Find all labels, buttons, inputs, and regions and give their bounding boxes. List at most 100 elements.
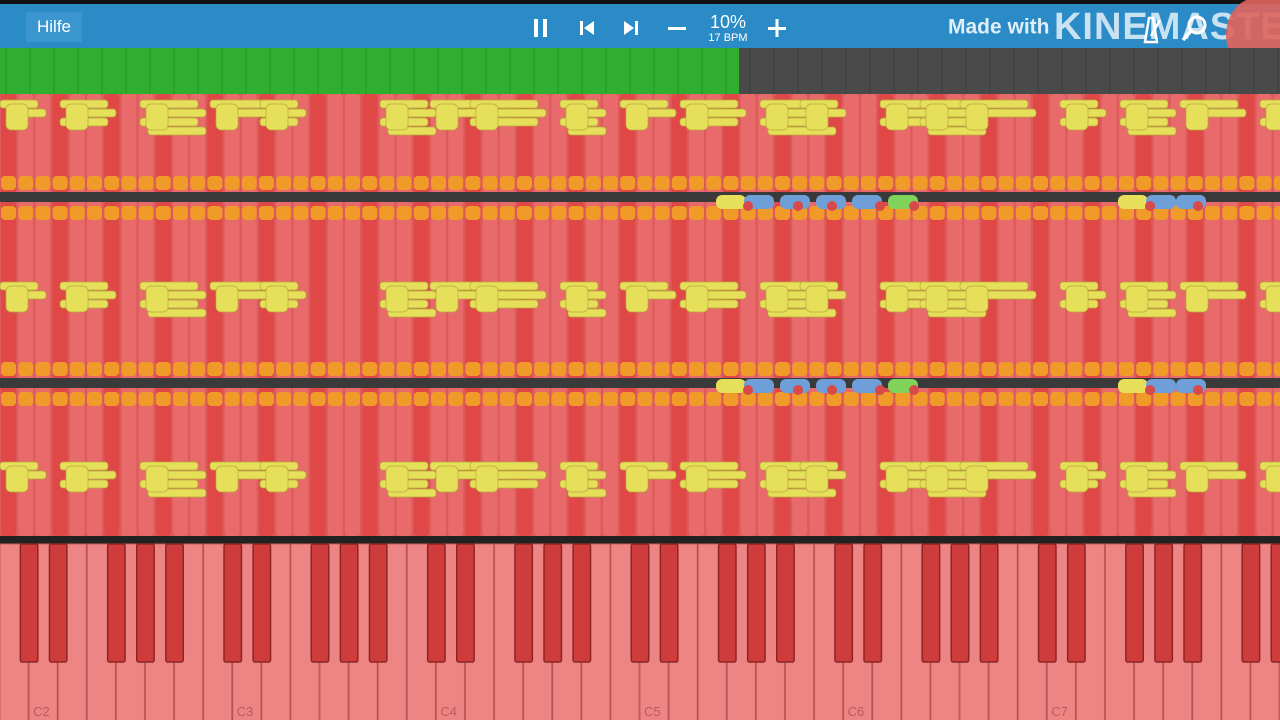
note — [1273, 176, 1280, 190]
note — [293, 392, 309, 406]
note — [1050, 362, 1066, 376]
note — [875, 385, 885, 395]
note — [465, 392, 481, 406]
black-key — [1183, 543, 1203, 663]
note — [909, 385, 919, 395]
note — [310, 392, 326, 406]
octave-label: C2 — [33, 704, 50, 719]
note — [585, 362, 601, 376]
note — [723, 392, 739, 406]
note — [885, 285, 909, 313]
note — [964, 362, 980, 376]
note — [1222, 362, 1238, 376]
note — [805, 285, 829, 313]
note — [793, 385, 803, 395]
note — [215, 285, 239, 313]
previous-button[interactable] — [569, 12, 605, 44]
note — [190, 176, 206, 190]
note — [620, 362, 636, 376]
slower-button[interactable] — [659, 12, 695, 44]
note — [1065, 285, 1089, 313]
piano-keyboard[interactable]: C2 C3 C4 C5 C6 C7 — [0, 536, 1280, 720]
note — [1119, 362, 1134, 376]
note — [1256, 362, 1272, 376]
speed-display: 10% 17 BPM — [700, 12, 756, 44]
note — [448, 206, 464, 220]
black-key — [863, 543, 883, 663]
note — [69, 392, 85, 406]
pause-button[interactable] — [523, 12, 559, 44]
note — [1239, 206, 1255, 220]
note — [793, 201, 803, 211]
note — [620, 176, 636, 190]
note — [805, 465, 829, 493]
note — [1033, 392, 1048, 406]
note — [965, 103, 989, 131]
note — [1187, 362, 1203, 376]
octave-label: C7 — [1051, 704, 1068, 719]
note — [585, 392, 601, 406]
next-button[interactable] — [613, 12, 649, 44]
note — [809, 362, 825, 376]
note — [310, 362, 326, 376]
note — [827, 385, 837, 395]
note — [1084, 206, 1100, 220]
note — [241, 392, 257, 406]
note — [637, 362, 653, 376]
note — [998, 392, 1014, 406]
black-key — [1037, 543, 1057, 663]
song-progress-bar[interactable] — [0, 48, 1280, 94]
note — [475, 465, 499, 493]
note — [565, 285, 589, 313]
note — [345, 206, 360, 220]
note — [740, 362, 756, 376]
note — [431, 206, 446, 220]
note — [981, 362, 997, 376]
note — [654, 362, 670, 376]
note — [396, 176, 412, 190]
note — [52, 392, 68, 406]
note — [121, 362, 137, 376]
note — [875, 201, 885, 211]
black-key — [717, 543, 737, 663]
note — [362, 206, 378, 220]
note — [765, 465, 789, 493]
note — [534, 206, 550, 220]
black-key — [368, 543, 388, 663]
note — [637, 206, 653, 220]
minus-icon — [668, 27, 686, 30]
help-button[interactable]: Hilfe — [26, 12, 82, 42]
note — [5, 285, 29, 313]
note — [809, 176, 825, 190]
faster-button[interactable] — [759, 12, 795, 44]
black-key — [834, 543, 854, 663]
note — [121, 176, 137, 190]
note — [878, 362, 894, 376]
note — [1222, 392, 1238, 406]
note — [689, 392, 704, 406]
note — [18, 392, 34, 406]
note — [173, 176, 188, 190]
black-key — [775, 543, 795, 663]
note — [998, 362, 1014, 376]
note — [981, 176, 997, 190]
note — [145, 465, 169, 493]
piano-keys[interactable]: C2 C3 C4 C5 C6 C7 — [0, 536, 1280, 720]
metronome-icon[interactable] — [1138, 14, 1164, 44]
note — [18, 176, 34, 190]
black-key — [455, 543, 475, 663]
note — [805, 103, 829, 131]
note — [1015, 392, 1031, 406]
note — [327, 176, 343, 190]
note — [716, 195, 746, 209]
falling-notes — [0, 94, 1280, 536]
note — [18, 206, 34, 220]
note — [585, 176, 601, 190]
note — [603, 362, 618, 376]
note — [534, 392, 550, 406]
search-icon[interactable] — [1180, 14, 1208, 44]
note — [685, 465, 709, 493]
note — [396, 206, 412, 220]
note — [499, 362, 515, 376]
note — [671, 392, 687, 406]
